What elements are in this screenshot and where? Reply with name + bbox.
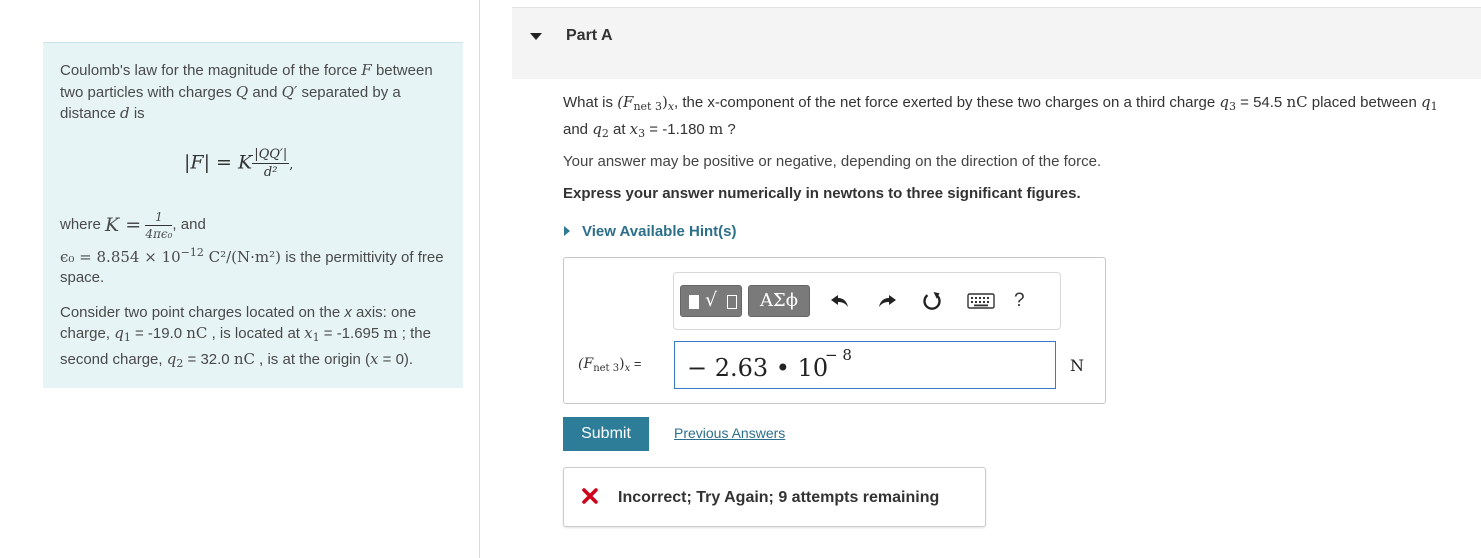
k-fraction: 1 4πϵ₀	[145, 211, 173, 241]
template-box-icon	[727, 295, 737, 309]
k-numerator: 1	[145, 211, 173, 226]
unit-label: N	[1070, 356, 1084, 375]
x3-symbol: x	[629, 120, 639, 138]
x1-unit: m	[383, 324, 398, 342]
label-subscript: net 3	[593, 363, 620, 374]
keyboard-icon[interactable]	[966, 285, 996, 317]
undo-icon[interactable]	[827, 285, 853, 317]
feedback-message: Incorrect; Try Again; 9 attempts remaini…	[563, 467, 986, 527]
qa-subscript: 1	[1430, 100, 1438, 113]
fnet-symbol: (F	[617, 93, 634, 111]
q3-subscript: 3	[1228, 100, 1236, 113]
formula-lhs: |F| = K	[184, 151, 253, 173]
help-button[interactable]: ?	[1014, 285, 1025, 317]
feedback-text: Incorrect; Try Again; 9 attempts remaini…	[618, 489, 940, 506]
k-denominator: 4πϵ₀	[145, 227, 173, 241]
q1-symbol: q	[114, 324, 124, 342]
question-middle: , the x-component of the net force exert…	[674, 94, 1220, 111]
intro-text: Coulomb's law for the magnitude of the f…	[60, 62, 362, 79]
view-hints-link[interactable]: View Available Hint(s)	[563, 223, 737, 240]
answer-value: − 2.63 • 10	[687, 354, 829, 382]
coulomb-formula: |F| = K |QQ′| d²,	[60, 148, 446, 188]
q3-symbol: q	[1219, 93, 1229, 111]
answer-exponent: − 8	[825, 346, 852, 364]
caret-right-icon	[563, 225, 571, 237]
setup-text-3: , is located at	[207, 325, 305, 342]
problem-statement-panel: Coulomb's law for the magnitude of the f…	[43, 42, 463, 388]
x1-subscript: 1	[312, 331, 320, 344]
var-q-prime: Q′	[281, 82, 298, 101]
q1-value: = -19.0	[130, 325, 187, 342]
close-x-icon	[581, 487, 599, 505]
q2-value: = 32.0	[183, 350, 234, 368]
label-f: (F	[578, 356, 594, 372]
greek-symbols-button[interactable]: ΑΣϕ	[748, 285, 810, 317]
coulomb-intro: Coulomb's law for the magnitude of the f…	[60, 60, 446, 125]
q3-unit: nC	[1286, 93, 1308, 111]
question-at: at	[608, 121, 630, 138]
answer-instructions: Express your answer numerically in newto…	[563, 185, 1081, 202]
x1-symbol: x	[304, 324, 313, 342]
permittivity-definition: ϵ₀ = 8.854 × 10−12 C²/(N·m²) is the perm…	[60, 243, 446, 289]
q3-value: = 54.5	[1235, 94, 1287, 111]
previous-answers-link[interactable]: Previous Answers	[674, 425, 785, 441]
answer-sign-note: Your answer may be positive or negative,…	[563, 153, 1102, 170]
formula-comma: ,	[289, 157, 294, 172]
answer-input-label: (Fnet 3)x =	[578, 356, 641, 374]
formula-numerator: |QQ′|	[252, 146, 290, 164]
square-root-icon: √	[705, 289, 718, 311]
epsilon-units: C²/(N·m²)	[203, 247, 282, 266]
var-f: F	[361, 61, 372, 79]
q2-unit: nC	[233, 349, 255, 368]
hint-label[interactable]: View Available Hint(s)	[582, 223, 737, 240]
x3-value: = -1.180	[645, 121, 709, 138]
x3-unit: m	[708, 120, 724, 138]
column-divider	[479, 0, 480, 558]
qb-symbol: q	[592, 120, 602, 138]
submit-button[interactable]: Submit	[563, 417, 649, 451]
setup-x-axis: x	[344, 303, 352, 321]
collapse-toggle-icon[interactable]	[529, 31, 543, 41]
charge-setup: Consider two point charges located on th…	[60, 303, 446, 375]
formula-fraction: |QQ′| d²	[252, 146, 290, 180]
k-definition: where K = 1 4πϵ₀, and	[60, 209, 446, 243]
reset-icon[interactable]	[919, 285, 945, 317]
math-toolbar: √ ΑΣϕ ?	[673, 272, 1061, 330]
question-end: ?	[723, 121, 736, 138]
epsilon-expr: ϵ₀ = 8.854 × 10	[60, 247, 181, 266]
setup-text-5: , is at the origin (	[254, 350, 371, 368]
question-placed: placed between	[1307, 94, 1422, 111]
redo-icon[interactable]	[874, 285, 900, 317]
answer-panel: √ ΑΣϕ ? (Fnet 3)x = − 2.63 • 10 − 8 N	[563, 257, 1106, 404]
x1-value: = -1.695	[319, 325, 384, 342]
answer-input[interactable]: − 2.63 • 10 − 8	[674, 341, 1056, 389]
intro-and: and	[248, 83, 282, 101]
k-symbol: K =	[105, 214, 142, 237]
setup-text-1: Consider two point charges located on th…	[60, 303, 345, 321]
label-equals: =	[630, 356, 642, 371]
var-q: Q	[235, 82, 249, 101]
templates-button[interactable]: √	[680, 285, 742, 317]
question-text: What is (Fnet 3)x, the x-component of th…	[563, 91, 1463, 145]
qb-subscript: 2	[601, 127, 609, 140]
q2-symbol: q	[166, 349, 177, 368]
q1-subscript: 1	[123, 331, 131, 344]
epsilon-exponent: −12	[180, 245, 204, 259]
question-and: and	[563, 121, 593, 138]
where-text: where	[60, 216, 101, 234]
origin-x: x	[370, 349, 379, 368]
q1-unit: nC	[186, 324, 208, 342]
part-title: Part A	[566, 27, 613, 44]
k-and: , and	[172, 216, 206, 234]
formula-denominator: d²	[263, 164, 278, 180]
template-block-icon	[689, 295, 699, 309]
setup-text-6: = 0).	[378, 350, 414, 368]
part-header[interactable]: Part A	[512, 7, 1481, 79]
intro-is: is	[129, 105, 145, 122]
qa-symbol: q	[1421, 93, 1431, 111]
var-d: d	[120, 104, 130, 122]
question-prefix: What is	[563, 94, 618, 111]
fnet-subscript: net 3	[633, 100, 662, 113]
